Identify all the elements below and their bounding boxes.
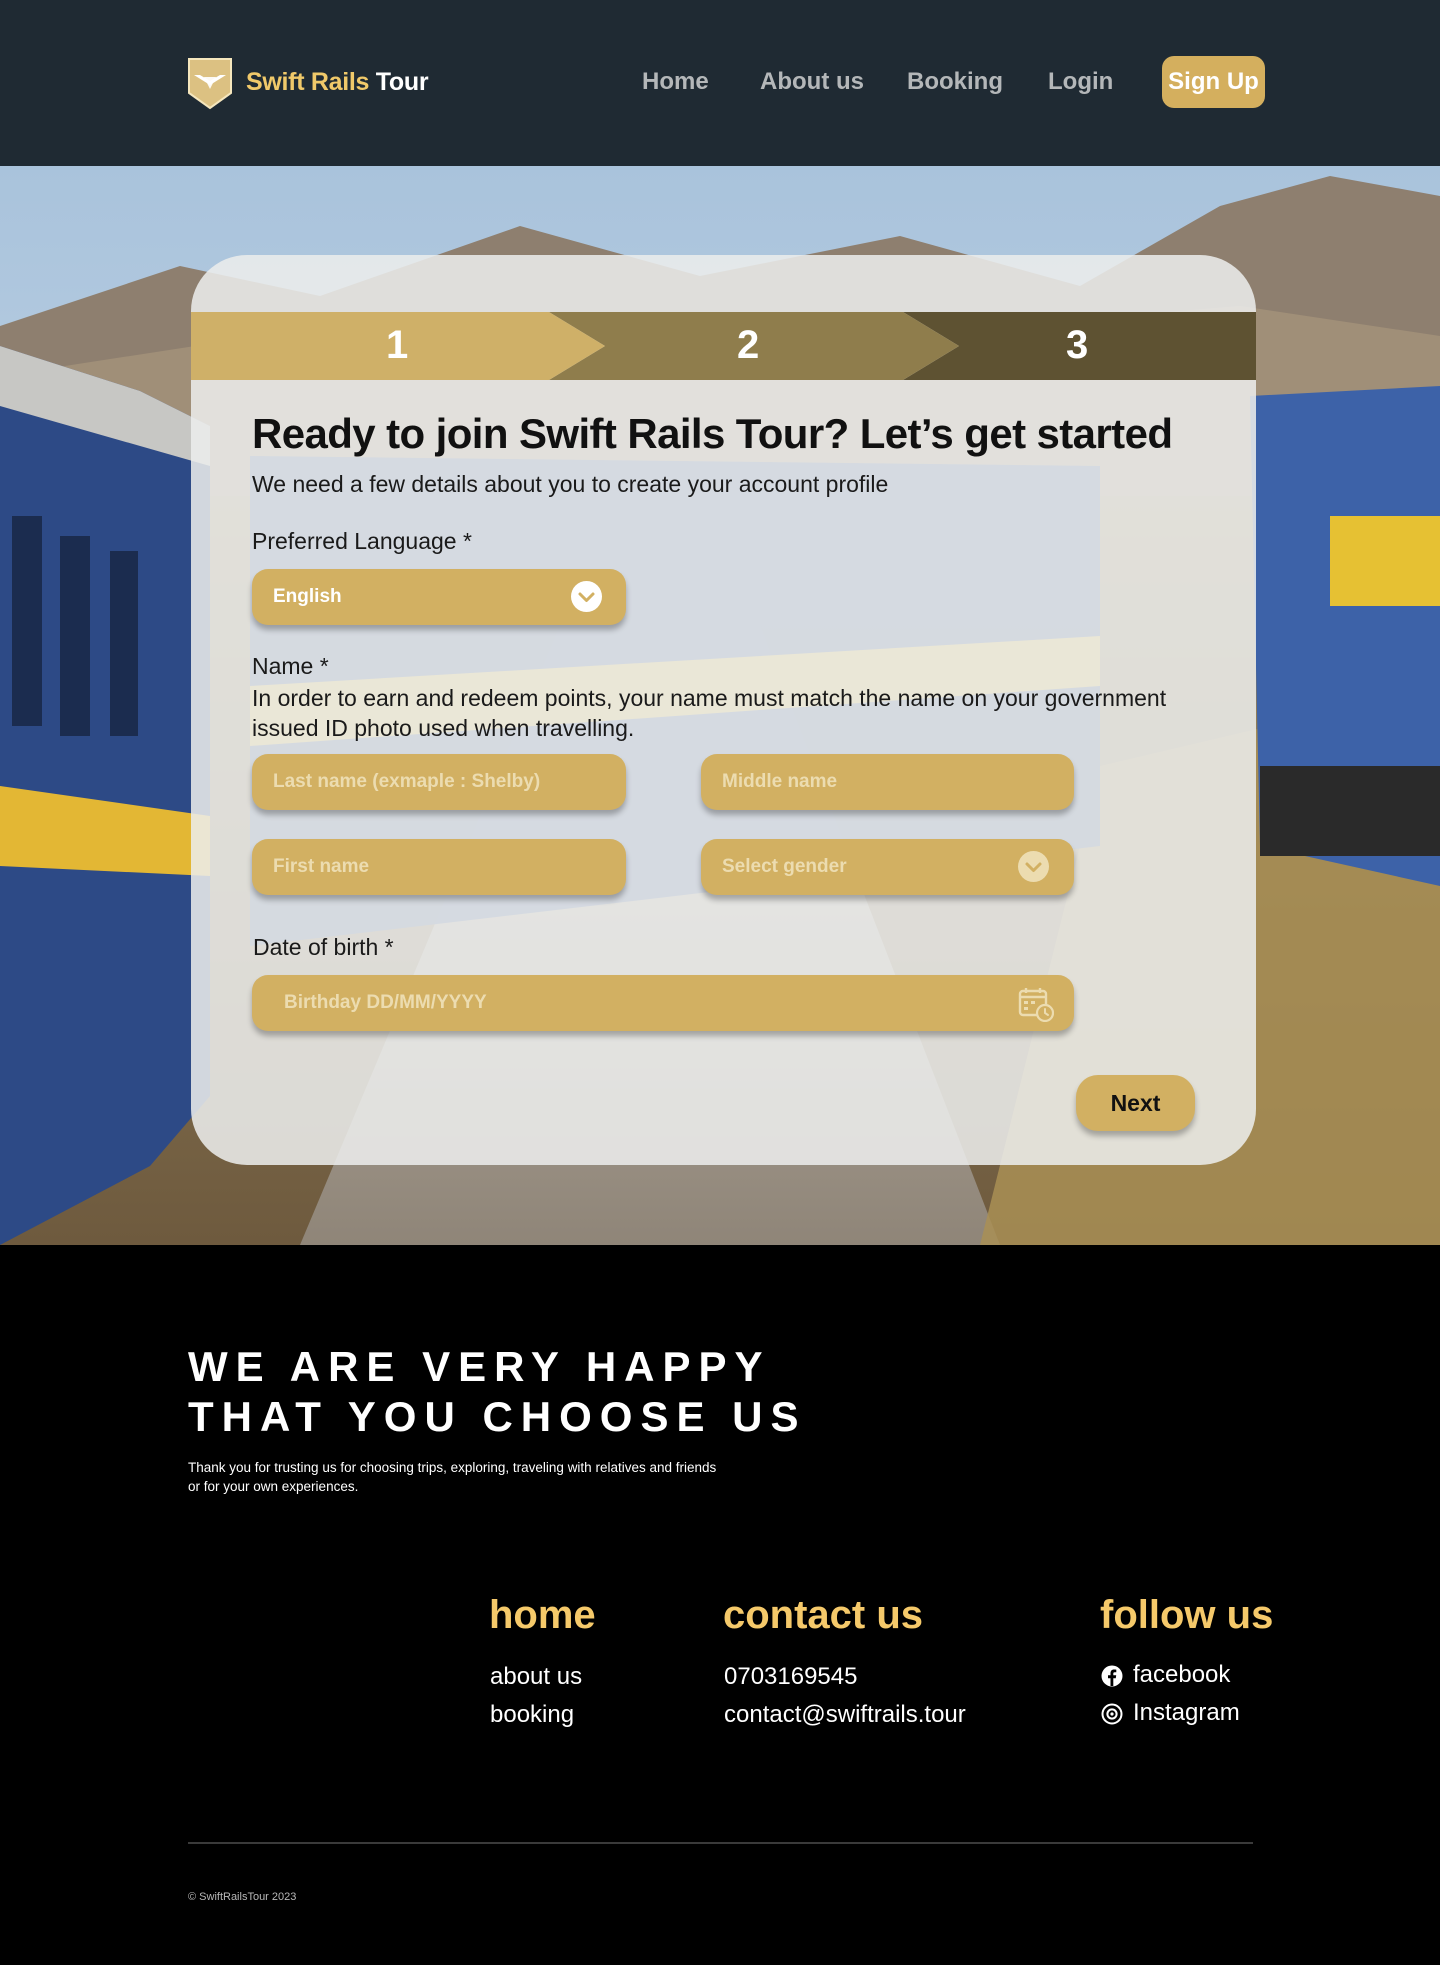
nav-login[interactable]: Login: [1048, 56, 1113, 108]
form-subtitle: We need a few details about you to creat…: [252, 471, 889, 497]
chevron-down-icon: [571, 581, 602, 612]
footer-link-booking[interactable]: booking: [490, 1701, 574, 1729]
footer-follow-heading: follow us: [1100, 1593, 1274, 1637]
footer: WE ARE VERY HAPPY THAT YOU CHOOSE US Tha…: [0, 1245, 1440, 1965]
instagram-icon[interactable]: [1101, 1703, 1123, 1725]
dob-label: Date of birth *: [253, 934, 394, 960]
language-label: Preferred Language *: [252, 528, 472, 554]
footer-heading-line1: WE ARE VERY HAPPY: [188, 1343, 771, 1390]
form-title: Ready to join Swift Rails Tour? Let’s ge…: [252, 410, 1173, 457]
copyright: © SwiftRailsTour 2023: [188, 1891, 297, 1903]
footer-home-heading[interactable]: home: [489, 1593, 596, 1638]
footer-contact-heading: contact us: [723, 1593, 924, 1637]
gender-select[interactable]: Select gender: [701, 839, 1074, 895]
facebook-icon[interactable]: [1101, 1665, 1123, 1687]
signup-card: 1 2 3 Ready to join Swift Rails Tour? Le…: [191, 255, 1256, 1165]
brand-name-part1: Swift Rails: [246, 68, 370, 96]
nav-home[interactable]: Home: [642, 56, 709, 108]
step-1-number: 1: [386, 323, 409, 367]
footer-tagline: Thank you for trusting us for choosing t…: [188, 1460, 717, 1494]
nav-booking[interactable]: Booking: [907, 56, 1003, 108]
calendar-clock-icon[interactable]: [1018, 986, 1054, 1022]
step-3-number: 3: [1066, 323, 1089, 367]
brand-logo[interactable]: Swift Rails Tour: [186, 55, 429, 110]
nav-about-us[interactable]: About us: [760, 56, 864, 108]
hero-section: 1 2 3 Ready to join Swift Rails Tour? Le…: [0, 166, 1440, 1245]
middle-name-field[interactable]: Middle name: [701, 754, 1074, 810]
footer-email[interactable]: contact@swiftrails.tour: [724, 1701, 966, 1729]
step-2-number: 2: [737, 323, 760, 367]
brand-name-part2: Tour: [375, 68, 429, 96]
next-button[interactable]: Next: [1076, 1075, 1195, 1131]
gender-placeholder: Select gender: [722, 856, 847, 877]
dob-placeholder: Birthday DD/MM/YYYY: [284, 992, 487, 1013]
middle-name-placeholder: Middle name: [722, 771, 838, 792]
name-label: Name *: [252, 653, 329, 679]
top-navigation-bar: Swift Rails Tour Home About us Booking L…: [0, 0, 1440, 166]
footer-link-instagram[interactable]: Instagram: [1133, 1699, 1240, 1727]
footer-divider: [188, 1842, 1253, 1844]
footer-heading-line2: THAT YOU CHOOSE US: [188, 1393, 807, 1440]
footer-heading: WE ARE VERY HAPPY THAT YOU CHOOSE US: [188, 1342, 807, 1442]
footer-phone[interactable]: 0703169545: [724, 1663, 857, 1691]
signup-button[interactable]: Sign Up: [1162, 56, 1265, 108]
chevron-down-icon: [1018, 851, 1049, 882]
footer-link-about-us[interactable]: about us: [490, 1663, 582, 1691]
first-name-field[interactable]: First name: [252, 839, 626, 895]
language-selected-value: English: [273, 586, 342, 607]
shield-logo-icon: [188, 58, 232, 110]
first-name-placeholder: First name: [273, 856, 370, 877]
name-requirement-note: In order to earn and redeem points, your…: [252, 685, 1167, 741]
date-of-birth-field[interactable]: Birthday DD/MM/YYYY: [252, 975, 1074, 1031]
last-name-field[interactable]: Last name (exmaple : Shelby): [252, 754, 626, 810]
language-select[interactable]: English: [252, 569, 626, 625]
last-name-placeholder: Last name (exmaple : Shelby): [273, 771, 541, 792]
brand-name: Swift Rails Tour: [246, 68, 429, 97]
step-progress-bar: [191, 312, 1256, 380]
footer-link-facebook[interactable]: facebook: [1133, 1661, 1230, 1689]
